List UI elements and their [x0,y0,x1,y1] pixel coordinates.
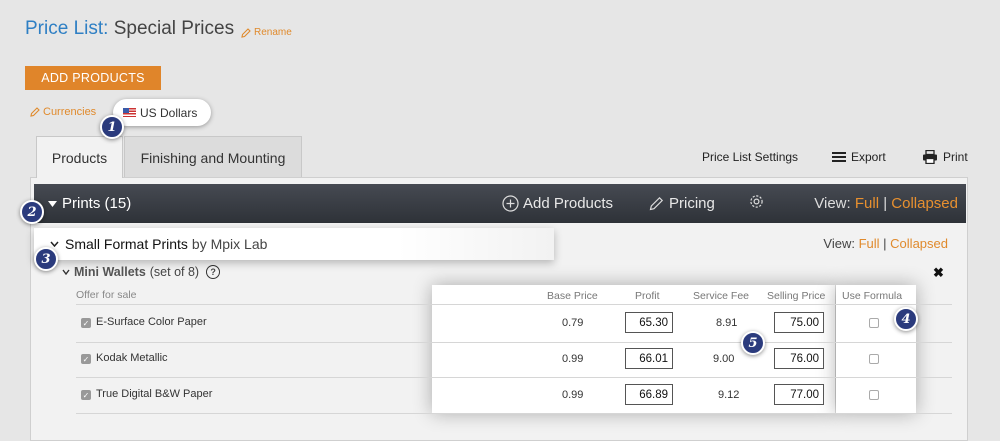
view-collapsed-link[interactable]: Collapsed [890,236,948,251]
chevron-down-icon [50,241,59,247]
page-title: Price List: Special Prices [25,18,234,40]
plus-circle-icon [502,195,519,212]
help-icon[interactable]: ? [206,265,221,279]
category-title: Prints (15) [62,195,132,212]
selling-price-input[interactable]: 75.00 [774,312,824,333]
profit-input[interactable]: 66.01 [625,348,673,369]
close-icon[interactable]: ✖ [933,265,944,281]
subcategory-view-switch: View: Full | Collapsed [823,236,948,251]
print-button[interactable]: Print [922,150,968,164]
pricing-label: Pricing [669,195,715,212]
paper-name: Kodak Metallic [96,352,168,364]
category-bar: Prints (15) Add Products Pricing View: F… [34,184,966,223]
divider [76,413,952,414]
service-fee: 9.00 [713,353,735,365]
currency-label: US Dollars [140,105,198,120]
callout-badge-1: 1 [100,115,124,139]
tab-products[interactable]: Products [36,136,123,178]
view-collapsed-link[interactable]: Collapsed [891,195,958,212]
export-button[interactable]: Export [832,150,886,164]
printer-icon [923,150,937,164]
callout-badge-3: 3 [34,247,58,271]
table-row: ✓ Kodak Metallic 0.99 66.01 9.00 76.00 [0,342,1000,377]
subcategory-name: Small Format Prints [65,236,188,252]
export-label: Export [851,150,886,164]
category-toggle[interactable]: Prints (15) [48,195,131,212]
currencies-link[interactable]: Currencies [30,106,96,118]
price-list-settings-label: Price List Settings [702,150,799,164]
view-separator: | [883,236,887,251]
divider [76,304,952,305]
tab-finishing-and-mounting[interactable]: Finishing and Mounting [124,136,302,178]
selling-price-input[interactable]: 77.00 [774,384,824,405]
base-price: 0.99 [562,389,584,401]
table-row: ✓ E-Surface Color Paper 0.79 65.30 8.91 … [0,306,1000,341]
view-label: View: [823,236,855,251]
callout-badge-2: 2 [20,200,44,224]
callout-badge-5: 5 [741,331,765,355]
table-row: ✓ True Digital B&W Paper 0.99 66.89 9.12… [0,378,1000,413]
product-header[interactable]: Mini Wallets (set of 8) ? [62,265,221,279]
category-view-switch: View: Full | Collapsed [814,195,958,212]
chevron-down-icon [62,269,70,275]
currency-selector[interactable]: US Dollars [113,99,211,126]
column-header-selling-price: Selling Price [767,290,826,302]
service-fee: 8.91 [716,317,738,329]
pencil-icon [30,107,40,117]
base-price: 0.79 [562,317,584,329]
use-formula-checkbox[interactable] [869,318,879,328]
column-header-base-price: Base Price [547,290,598,302]
use-formula-checkbox[interactable] [869,354,879,364]
print-label: Print [943,150,968,164]
view-full-link[interactable]: Full [859,236,880,251]
add-products-link[interactable]: Add Products [502,195,613,212]
currencies-label: Currencies [43,106,97,118]
offer-checkbox[interactable]: ✓ [81,354,91,364]
price-list-name: Special Prices [113,18,235,39]
service-fee: 9.12 [718,389,740,401]
gear-icon[interactable] [748,193,765,214]
pencil-icon [649,196,664,211]
pencil-icon [241,27,251,38]
us-flag-icon [123,108,136,117]
profit-input[interactable]: 65.30 [625,312,673,333]
base-price: 0.99 [562,353,584,365]
view-separator: | [883,195,888,212]
column-header-use-formula: Use Formula [842,290,903,302]
add-products-label: Add Products [523,195,614,212]
offer-checkbox[interactable]: ✓ [81,390,91,400]
offer-for-sale-label: Offer for sale [76,289,137,301]
view-full-link[interactable]: Full [855,195,879,212]
column-header-profit: Profit [635,290,660,302]
callout-badge-4: 4 [894,307,918,331]
add-products-button[interactable]: ADD PRODUCTS [25,66,161,90]
product-set: (set of 8) [149,265,200,279]
menu-icon [832,152,846,162]
rename-label: Rename [254,27,292,38]
page-title-prefix: Price List: [25,18,109,39]
view-label: View: [814,195,851,212]
subcategory-header[interactable]: Small Format Prints by Mpix Lab [34,228,554,260]
pricing-link[interactable]: Pricing [649,195,715,212]
use-formula-checkbox[interactable] [869,390,879,400]
column-header-service-fee: Service Fee [693,290,750,302]
selling-price-input[interactable]: 76.00 [774,348,824,369]
price-list-settings-link[interactable]: Price List Settings [702,150,798,164]
product-name: Mini Wallets [74,265,146,279]
paper-name: True Digital B&W Paper [96,388,213,400]
caret-down-icon [48,200,57,207]
offer-checkbox[interactable]: ✓ [81,318,91,328]
rename-link[interactable]: Rename [241,27,292,38]
profit-input[interactable]: 66.89 [625,384,673,405]
paper-name: E-Surface Color Paper [96,316,207,328]
subcategory-vendor: by Mpix Lab [191,236,268,252]
